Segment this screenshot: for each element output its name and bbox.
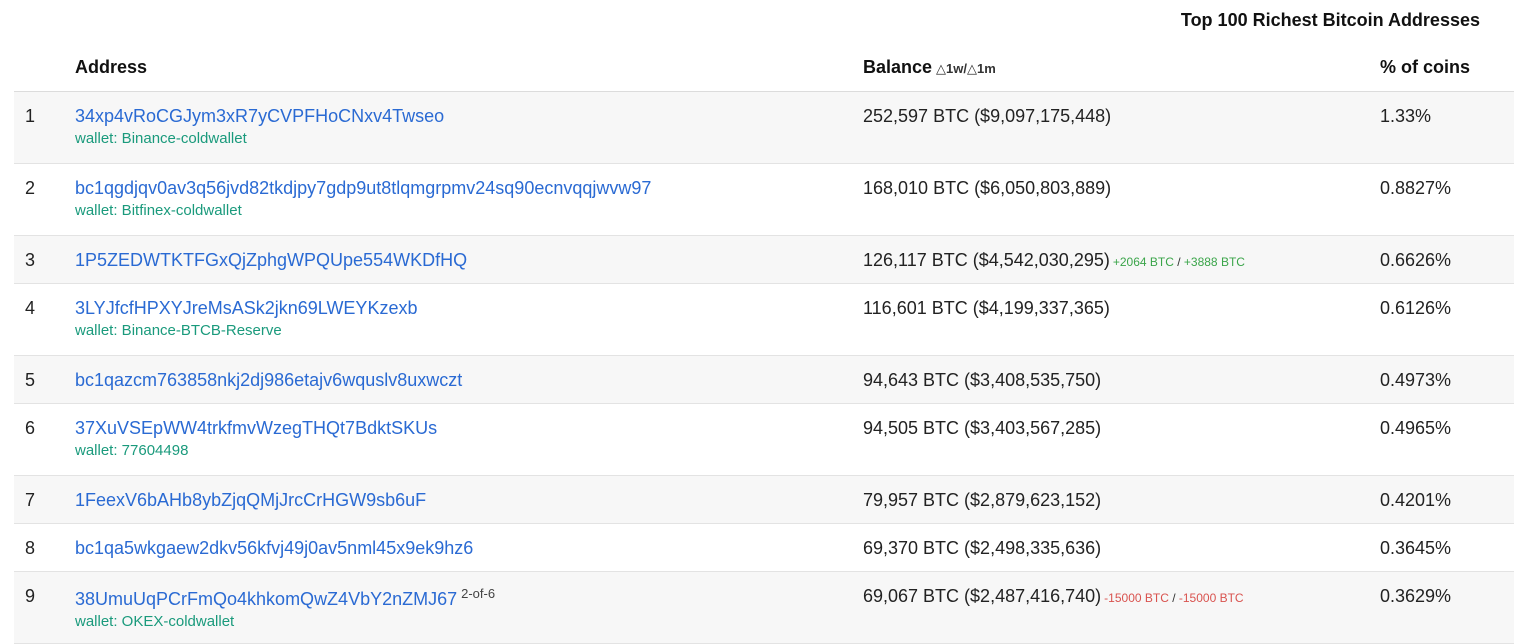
table-row: 2 bc1qgdjqv0av3q56jvd82tkdjpy7gdp9ut8tlqm… [14, 163, 1514, 236]
percent-cell: 0.6626% [1380, 235, 1514, 284]
address-cell: 3LYJfcfHPXYJreMsASk2jkn69LWEYKzexb wallet… [75, 283, 863, 356]
rank-cell: 2 [14, 163, 75, 236]
address-cell: 1FeexV6bAHb8ybZjqQMjJrcCrHGW9sb6uF [75, 475, 863, 524]
address-link[interactable]: 1FeexV6bAHb8ybZjqQMjJrcCrHGW9sb6uF [75, 490, 426, 510]
richest-addresses-table: Address Balance △1w/△1m % of coins 1 34xp4… [14, 44, 1514, 644]
wallet-link[interactable]: wallet: Binance-coldwallet [75, 130, 863, 147]
balance-delta-hint: △1w/△1m [936, 61, 996, 76]
percent-cell: 0.4201% [1380, 475, 1514, 524]
table-row: 5 bc1qazcm763858nkj2dj986etajv6wquslv8uxw… [14, 355, 1514, 404]
page-title: Top 100 Richest Bitcoin Addresses [1180, 10, 1480, 30]
balance-value: 79,957 BTC ($2,879,623,152) [863, 490, 1102, 510]
balance-cell: 94,505 BTC ($3,403,567,285) [863, 403, 1380, 476]
multisig-tag: 2-of-6 [461, 586, 496, 601]
percent-cell: 0.4973% [1380, 355, 1514, 404]
balance-cell: 252,597 BTC ($9,097,175,448) [863, 91, 1380, 164]
address-header: Address [75, 44, 863, 92]
balance-change-month: -15000 BTC [1178, 591, 1244, 605]
percent-cell: 0.8827% [1380, 163, 1514, 236]
rank-cell: 5 [14, 355, 75, 404]
address-link[interactable]: bc1qa5wkgaew2dkv56kfvj49j0av5nml45x9ek9h… [75, 538, 473, 558]
address-link[interactable]: 38UmuUqPCrFmQo4khkomQwZ4VbY2nZMJ67 [75, 589, 457, 609]
address-cell: 37XuVSEpWW4trkfmvWzegTHQt7BdktSKUs wallet… [75, 403, 863, 476]
balance-cell: 69,067 BTC ($2,487,416,740) -15000 BTC / … [863, 571, 1380, 644]
table-row: 7 1FeexV6bAHb8ybZjqQMjJrcCrHGW9sb6uF 79,95… [14, 475, 1514, 524]
balance-change-separator: / [1168, 591, 1179, 605]
rank-cell: 3 [14, 235, 75, 284]
wallet-link[interactable]: wallet: Bitfinex-coldwallet [75, 202, 863, 219]
balance-value: 252,597 BTC ($9,097,175,448) [863, 106, 1112, 126]
balance-value: 69,370 BTC ($2,498,335,636) [863, 538, 1102, 558]
balance-cell: 94,643 BTC ($3,408,535,750) [863, 355, 1380, 404]
balance-change-month: +3888 BTC [1183, 255, 1245, 269]
address-cell: 38UmuUqPCrFmQo4khkomQwZ4VbY2nZMJ67 2-of-6… [75, 571, 863, 644]
balance-cell: 69,370 BTC ($2,498,335,636) [863, 523, 1380, 572]
rank-cell: 6 [14, 403, 75, 476]
address-cell: 34xp4vRoCGJym3xR7yCVPFHoCNxv4Twseo wallet… [75, 91, 863, 164]
wallet-link[interactable]: wallet: OKEX-coldwallet [75, 613, 863, 630]
rank-cell: 8 [14, 523, 75, 572]
rank-cell: 9 [14, 571, 75, 644]
balance-value: 94,505 BTC ($3,403,567,285) [863, 418, 1102, 438]
address-link[interactable]: bc1qazcm763858nkj2dj986etajv6wquslv8uxwc… [75, 370, 462, 390]
address-link[interactable]: 3LYJfcfHPXYJreMsASk2jkn69LWEYKzexb [75, 298, 417, 318]
table-row: 9 38UmuUqPCrFmQo4khkomQwZ4VbY2nZMJ67 2-of-… [14, 571, 1514, 644]
balance-cell: 79,957 BTC ($2,879,623,152) [863, 475, 1380, 524]
balance-value: 126,117 BTC ($4,542,030,295) [863, 250, 1110, 270]
percent-cell: 1.33% [1380, 91, 1514, 164]
rank-cell: 7 [14, 475, 75, 524]
balance-value: 116,601 BTC ($4,199,337,365) [863, 298, 1110, 318]
address-link[interactable]: 37XuVSEpWW4trkfmvWzegTHQt7BdktSKUs [75, 418, 437, 438]
balance-value: 168,010 BTC ($6,050,803,889) [863, 178, 1112, 198]
balance-header-label: Balance [863, 57, 933, 77]
balance-cell: 168,010 BTC ($6,050,803,889) [863, 163, 1380, 236]
percent-cell: 0.3629% [1380, 571, 1514, 644]
table-row: 8 bc1qa5wkgaew2dkv56kfvj49j0av5nml45x9ek9… [14, 523, 1514, 572]
table-row: 3 1P5ZEDWTKTFGxQjZphgWPQUpe554WKDfHQ 126,1… [14, 235, 1514, 284]
table-row: 4 3LYJfcfHPXYJreMsASk2jkn69LWEYKzexb walle… [14, 283, 1514, 356]
address-cell: bc1qazcm763858nkj2dj986etajv6wquslv8uxwc… [75, 355, 863, 404]
rank-header [14, 44, 75, 92]
rank-cell: 4 [14, 283, 75, 356]
balance-change-week: -15000 BTC [1104, 591, 1169, 605]
wallet-link[interactable]: wallet: Binance-BTCB-Reserve [75, 322, 863, 339]
balance-header: Balance △1w/△1m [863, 44, 1380, 92]
balance-cell: 116,601 BTC ($4,199,337,365) [863, 283, 1380, 356]
table-row: 1 34xp4vRoCGJym3xR7yCVPFHoCNxv4Twseo walle… [14, 91, 1514, 164]
address-link[interactable]: 34xp4vRoCGJym3xR7yCVPFHoCNxv4Twseo [75, 106, 444, 126]
percent-cell: 0.4965% [1380, 403, 1514, 476]
address-cell: bc1qgdjqv0av3q56jvd82tkdjpy7gdp9ut8tlqmg… [75, 163, 863, 236]
table-row: 6 37XuVSEpWW4trkfmvWzegTHQt7BdktSKUs walle… [14, 403, 1514, 476]
address-link[interactable]: 1P5ZEDWTKTFGxQjZphgWPQUpe554WKDfHQ [75, 250, 467, 270]
balance-cell: 126,117 BTC ($4,542,030,295) +2064 BTC / … [863, 235, 1380, 284]
percent-cell: 0.3645% [1380, 523, 1514, 572]
balance-value: 69,067 BTC ($2,487,416,740) [863, 586, 1102, 606]
balance-change-separator: / [1173, 255, 1184, 269]
percent-header: % of coins [1380, 44, 1514, 92]
percent-cell: 0.6126% [1380, 283, 1514, 356]
rank-cell: 1 [14, 91, 75, 164]
address-cell: bc1qa5wkgaew2dkv56kfvj49j0av5nml45x9ek9h… [75, 523, 863, 572]
address-cell: 1P5ZEDWTKTFGxQjZphgWPQUpe554WKDfHQ [75, 235, 863, 284]
address-link[interactable]: bc1qgdjqv0av3q56jvd82tkdjpy7gdp9ut8tlqmg… [75, 178, 651, 198]
table-header-row: Address Balance △1w/△1m % of coins [14, 44, 1514, 92]
balance-change-week: +2064 BTC [1112, 255, 1174, 269]
balance-value: 94,643 BTC ($3,408,535,750) [863, 370, 1102, 390]
wallet-link[interactable]: wallet: 77604498 [75, 442, 863, 459]
